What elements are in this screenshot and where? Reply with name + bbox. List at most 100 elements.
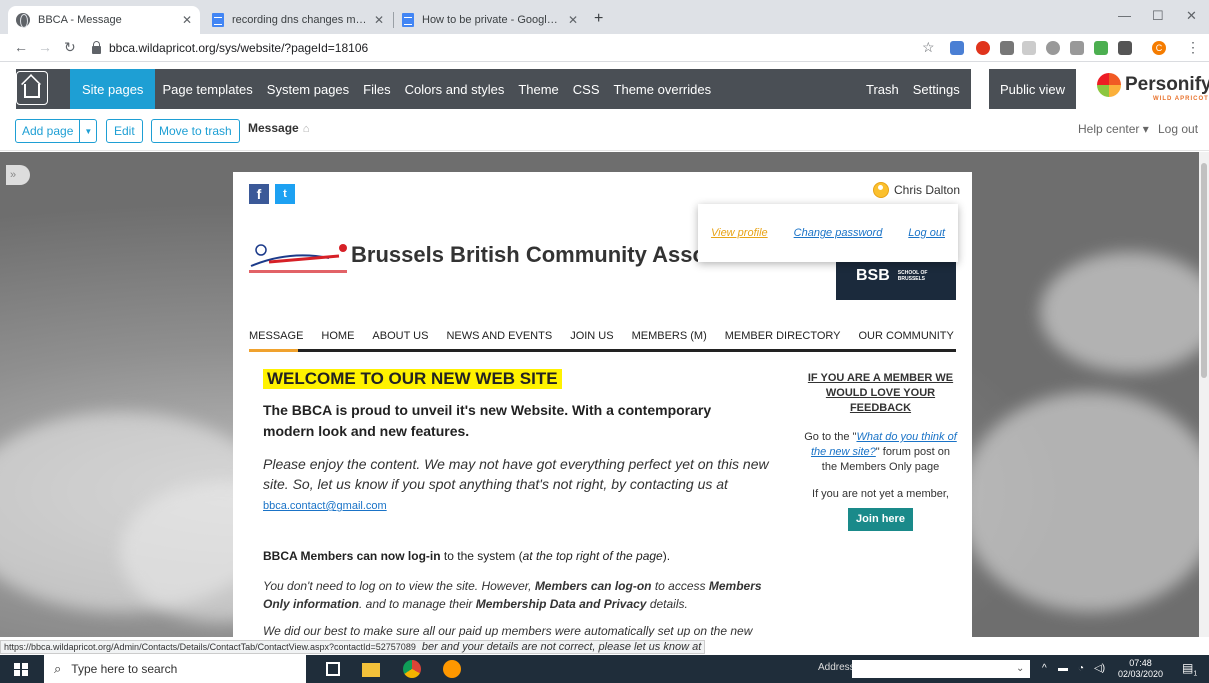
login-end: ). <box>662 549 671 563</box>
menu-files[interactable]: Files <box>356 82 397 97</box>
profile-avatar[interactable]: C <box>1152 41 1166 55</box>
extension-icon[interactable] <box>950 41 964 55</box>
user-popup: View profile Change password Log out <box>698 204 958 262</box>
browser-tab-bbca[interactable]: BBCA - Message ✕ <box>8 6 200 34</box>
menu-system-pages[interactable]: System pages <box>260 82 356 97</box>
nav-news-and-events[interactable]: NEWS AND EVENTS <box>446 330 552 342</box>
facebook-icon[interactable]: f <box>249 184 269 204</box>
windows-start-icon[interactable] <box>14 663 28 676</box>
opera-icon[interactable] <box>976 41 990 55</box>
menu-colors-and-styles[interactable]: Colors and styles <box>398 82 512 97</box>
file-explorer-icon[interactable] <box>362 663 380 677</box>
extension-icon[interactable] <box>1000 41 1014 55</box>
edit-button[interactable]: Edit <box>106 119 143 143</box>
tray-arrow-icon[interactable]: ^ <box>1042 663 1047 674</box>
menu-page-templates[interactable]: Page templates <box>155 82 259 97</box>
nav-about-us[interactable]: ABOUT US <box>372 330 428 342</box>
nav-join-us[interactable]: JOIN US <box>570 330 613 342</box>
contact-email-link[interactable]: bbca.contact@gmail.com <box>263 500 387 512</box>
menu-trash[interactable]: Trash <box>859 82 906 97</box>
user-menu[interactable]: Chris Dalton <box>873 182 960 198</box>
wifi-icon[interactable]: ◔ <box>1078 663 1084 674</box>
nav-member-directory[interactable]: MEMBER DIRECTORY <box>725 330 841 342</box>
extension-icon[interactable] <box>1118 41 1132 55</box>
close-icon[interactable]: ✕ <box>374 13 384 27</box>
sidebar-toggle[interactable]: » <box>6 165 30 185</box>
extension-icon[interactable] <box>1094 41 1108 55</box>
menu-css[interactable]: CSS <box>566 82 607 97</box>
add-page-button[interactable]: Add page ▼ <box>15 119 98 143</box>
address-bar: ← → ↻ bbca.wildapricot.org/sys/website/?… <box>0 34 1209 62</box>
url-field[interactable]: bbca.wildapricot.org/sys/website/?pageId… <box>92 37 952 59</box>
browser-tab-private[interactable]: How to be private - Google Docs ✕ <box>394 6 586 34</box>
browser-tab-dns[interactable]: recording dns changes made - G ✕ <box>204 6 392 34</box>
search-placeholder: Type here to search <box>71 662 178 676</box>
chrome-menu-icon[interactable]: ⋮ <box>1186 39 1200 56</box>
menu-theme-overrides[interactable]: Theme overrides <box>607 82 719 97</box>
change-password-link[interactable]: Change password <box>794 227 883 239</box>
view-profile-link[interactable]: View profile <box>711 227 768 239</box>
clock-time: 07:48 <box>1129 658 1152 668</box>
logon-text: details. <box>646 597 688 611</box>
help-center-link[interactable]: Help center ▾ <box>1078 122 1149 136</box>
user-icon <box>873 182 889 198</box>
add-page-label[interactable]: Add page <box>16 120 81 142</box>
status-url: https://bbca.wildapricot.org/Admin/Conta… <box>0 640 706 654</box>
taskbar-clock[interactable]: 07:48 02/03/2020 <box>1118 658 1163 680</box>
battery-icon[interactable]: ▬ <box>1058 663 1068 674</box>
browser-tab-strip: BBCA - Message ✕ recording dns changes m… <box>0 0 1209 34</box>
volume-icon[interactable]: ◁) <box>1094 663 1105 674</box>
docs-icon <box>212 13 224 27</box>
new-tab-button[interactable]: + <box>594 10 603 28</box>
extension-icon[interactable] <box>1046 41 1060 55</box>
bbca-logo <box>249 244 347 273</box>
enjoy-paragraph: Please enjoy the content. We may not hav… <box>263 454 783 516</box>
minimize-icon[interactable]: — <box>1118 8 1131 23</box>
chevron-down-icon[interactable]: ⌄ <box>1016 663 1024 674</box>
nav-message[interactable]: MESSAGE <box>249 330 303 342</box>
admin-home-button[interactable] <box>16 71 48 105</box>
public-view-button[interactable]: Public view <box>989 69 1076 109</box>
extension-icon[interactable] <box>1070 41 1084 55</box>
join-here-button[interactable]: Join here <box>848 508 913 531</box>
user-name: Chris Dalton <box>894 183 961 197</box>
menu-settings[interactable]: Settings <box>906 82 967 97</box>
move-to-trash-button[interactable]: Move to trash <box>151 119 240 143</box>
close-icon[interactable]: ✕ <box>182 13 192 27</box>
home-icon[interactable]: ⌂ <box>303 123 310 135</box>
nav-active-indicator <box>249 349 298 352</box>
taskbar-address-input[interactable] <box>852 660 1030 678</box>
maximize-icon[interactable]: ☐ <box>1152 8 1164 24</box>
enjoy-text: Please enjoy the content. We may not hav… <box>263 456 769 492</box>
menu-theme[interactable]: Theme <box>511 82 565 97</box>
bookmark-star-icon[interactable]: ☆ <box>922 39 935 56</box>
scrollbar-thumb[interactable] <box>1201 163 1207 378</box>
task-view-icon[interactable] <box>326 662 340 676</box>
close-icon[interactable]: ✕ <box>568 13 578 27</box>
back-arrow-icon[interactable]: ← <box>14 39 28 55</box>
firefox-icon[interactable] <box>443 660 461 678</box>
window-close-icon[interactable]: ✕ <box>1186 8 1197 24</box>
nav-our-community[interactable]: OUR COMMUNITY <box>859 330 954 342</box>
forward-arrow-icon[interactable]: → <box>38 39 52 55</box>
admin-menu-right: Trash Settings <box>859 69 967 109</box>
menu-site-pages[interactable]: Site pages <box>70 69 156 109</box>
login-bold: BBCA Members can now log-in <box>263 549 441 563</box>
site-nav: MESSAGE HOME ABOUT US NEWS AND EVENTS JO… <box>249 322 972 352</box>
chrome-icon[interactable] <box>403 660 421 678</box>
reload-icon[interactable]: ↻ <box>64 39 76 56</box>
tab-title: recording dns changes made - G <box>232 14 368 26</box>
address-label: Address <box>818 662 855 673</box>
logout-link[interactable]: Log out <box>908 227 945 239</box>
notification-icon[interactable]: ▤1 <box>1182 661 1197 677</box>
clock-date: 02/03/2020 <box>1118 669 1164 679</box>
taskbar-search[interactable]: ⌕ Type here to search <box>44 655 306 683</box>
admin-logout-link[interactable]: Log out <box>1158 122 1198 136</box>
chevron-down-icon[interactable]: ▼ <box>80 120 96 142</box>
extension-icon[interactable] <box>1022 41 1036 55</box>
twitter-icon[interactable]: t <box>275 184 295 204</box>
breadcrumb: Message ⌂ <box>248 121 309 135</box>
notification-count: 1 <box>1193 670 1198 678</box>
nav-members[interactable]: MEMBERS (M) <box>632 330 707 342</box>
nav-home[interactable]: HOME <box>321 330 354 342</box>
